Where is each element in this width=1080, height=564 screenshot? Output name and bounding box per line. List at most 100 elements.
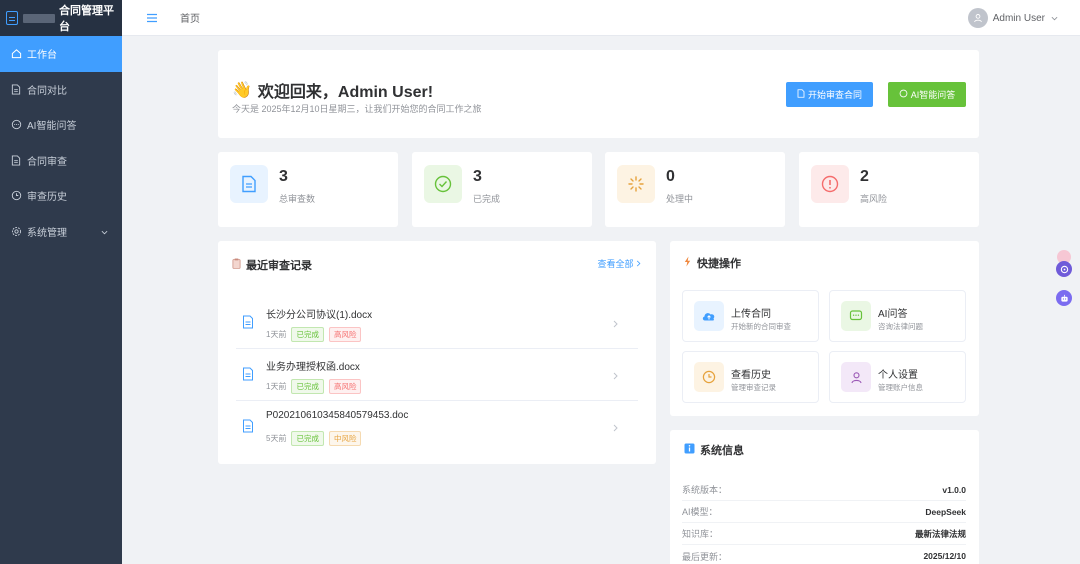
record-time: 1天前 <box>266 382 287 391</box>
home-icon <box>10 48 22 60</box>
stat-card-processing[interactable]: 0 处理中 <box>605 152 785 227</box>
record-name: P020210610345840579453.doc <box>266 410 409 421</box>
status-badge: 已完成 <box>291 327 324 342</box>
chevron-right-icon <box>613 317 618 331</box>
stat-label: 总审查数 <box>279 194 316 204</box>
sidebar-item-contract-compare[interactable]: 合同对比 <box>0 72 122 108</box>
welcome-card: 👋 欢迎回来，Admin User! 今天是 2025年12月10日星期三，让我… <box>218 50 979 138</box>
status-badge: 已完成 <box>291 431 324 446</box>
check-circle-icon <box>424 165 462 203</box>
personal-settings-action[interactable]: 个人设置 管理账户信息 <box>829 351 966 403</box>
loading-icon <box>617 165 655 203</box>
stat-value: 3 <box>473 168 482 185</box>
system-info-card: 系统信息 系统版本： v1.0.0 AI模型： DeepSeek 知识库： 最新… <box>670 430 979 564</box>
sidebar-item-system-admin[interactable]: 系统管理 <box>0 214 122 250</box>
sidebar-item-workbench[interactable]: 工作台 <box>0 36 122 72</box>
start-review-button[interactable]: 开始审查合同 <box>786 82 873 107</box>
sidebar-item-ai-qa[interactable]: AI智能问答 <box>0 107 122 143</box>
gear-icon <box>10 225 22 237</box>
sidebar-item-label: 系统管理 <box>27 227 67 239</box>
welcome-title-row: 👋 欢迎回来，Admin User! <box>232 78 433 102</box>
chevron-right-icon <box>636 259 641 269</box>
sidebar-item-label: 审查历史 <box>27 192 67 204</box>
record-time: 1天前 <box>266 330 287 339</box>
user-icon <box>841 362 871 392</box>
action-desc: 管理账户信息 <box>878 383 923 392</box>
action-desc: 咨询法律问题 <box>878 322 923 331</box>
stat-value: 2 <box>860 168 869 185</box>
stat-card-total[interactable]: 3 总审查数 <box>218 152 398 227</box>
ai-qa-button[interactable]: AI智能问答 <box>888 82 966 107</box>
recent-records-card: 最近审查记录 查看全部 长沙分公司协议(1).docx 1天前 已完成 高风险 … <box>218 241 656 464</box>
floating-robot-icon[interactable] <box>1056 290 1072 306</box>
system-info-title-row: 系统信息 <box>684 442 744 458</box>
table-row[interactable]: 长沙分公司协议(1).docx 1天前 已完成 高风险 <box>236 297 638 349</box>
menu-toggle-icon[interactable] <box>146 11 160 25</box>
document-icon <box>10 154 22 166</box>
info-key: 最后更新： <box>682 551 728 562</box>
redacted-brand-name <box>22 13 55 23</box>
info-key: AI模型： <box>682 507 718 517</box>
user-name: Admin User <box>992 12 1045 24</box>
chevron-right-icon <box>613 421 618 435</box>
action-desc: 开始新的合同审查 <box>731 322 791 331</box>
document-icon <box>797 89 805 100</box>
system-info-title: 系统信息 <box>700 445 744 457</box>
brand-title: 合同管理平台 <box>59 5 114 33</box>
table-row[interactable]: 业务办理授权函.docx 1天前 已完成 高风险 <box>236 349 638 401</box>
info-value: 2025/12/10 <box>923 551 966 561</box>
sidebar-item-review-history[interactable]: 审查历史 <box>0 178 122 214</box>
stat-card-high-risk[interactable]: 2 高风险 <box>799 152 979 227</box>
status-badge: 已完成 <box>291 379 324 394</box>
stat-label: 高风险 <box>860 194 888 204</box>
upload-contract-action[interactable]: 上传合同 开始新的合同审查 <box>682 290 819 342</box>
document-icon <box>242 419 254 436</box>
breadcrumb[interactable]: 首页 <box>180 10 200 25</box>
record-meta: 5天前 已完成 中风险 <box>266 431 362 446</box>
view-history-action[interactable]: 查看历史 管理审查记录 <box>682 351 819 403</box>
stat-value: 3 <box>279 168 288 185</box>
floating-assistant-icon[interactable] <box>1056 261 1072 277</box>
risk-badge: 中风险 <box>328 431 362 446</box>
recent-records-title-row: 最近审查记录 <box>232 257 312 273</box>
start-review-label: 开始审查合同 <box>807 90 862 100</box>
record-name: 长沙分公司协议(1).docx <box>266 310 373 321</box>
record-time: 5天前 <box>266 434 287 443</box>
record-meta: 1天前 已完成 高风险 <box>266 327 362 342</box>
chevron-down-icon <box>101 227 108 238</box>
info-row-ai-model: AI模型： DeepSeek <box>682 501 966 523</box>
alert-circle-icon <box>811 165 849 203</box>
table-row[interactable]: P020210610345840579453.doc 5天前 已完成 中风险 <box>236 401 638 453</box>
record-meta: 1天前 已完成 高风险 <box>266 379 362 394</box>
recent-records-title: 最近审查记录 <box>246 260 312 272</box>
sidebar-item-label: 合同审查 <box>27 156 67 168</box>
risk-badge: 高风险 <box>328 327 362 342</box>
chat-icon <box>841 301 871 331</box>
info-value: 最新法律法规 <box>914 528 966 539</box>
wave-emoji: 👋 <box>232 82 252 99</box>
stat-card-completed[interactable]: 3 已完成 <box>412 152 592 227</box>
lightning-icon <box>684 256 691 270</box>
brand[interactable]: 合同管理平台 <box>0 0 122 36</box>
ai-qa-label: AI智能问答 <box>910 90 956 100</box>
action-title: 查看历史 <box>731 370 771 381</box>
sidebar-item-label: 工作台 <box>27 50 57 62</box>
record-name: 业务办理授权函.docx <box>266 362 360 373</box>
welcome-subtitle: 今天是 2025年12月10日星期三，让我们开始您的合同工作之旅 <box>232 104 482 114</box>
risk-badge: 高风险 <box>328 379 362 394</box>
view-all-link[interactable]: 查看全部 <box>597 257 641 270</box>
info-key: 知识库： <box>682 529 719 539</box>
user-menu[interactable]: Admin User <box>967 8 1058 28</box>
info-key: 系统版本： <box>682 485 728 495</box>
chat-icon <box>899 89 908 100</box>
sidebar-item-contract-review[interactable]: 合同审查 <box>0 143 122 179</box>
welcome-title: 欢迎回来，Admin User! <box>257 84 434 101</box>
info-row-last-update: 最后更新： 2025/12/10 <box>682 545 966 564</box>
action-title: 上传合同 <box>731 309 771 320</box>
sidebar: 合同管理平台 工作台 合同对比 AI智能问答 合同审查 审查历史 系统管理 <box>0 0 122 564</box>
stat-label: 处理中 <box>666 194 694 204</box>
ai-qa-action[interactable]: AI问答 咨询法律问题 <box>829 290 966 342</box>
action-title: 个人设置 <box>878 370 918 381</box>
chevron-down-icon <box>1051 13 1058 24</box>
cloud-upload-icon <box>694 301 724 331</box>
